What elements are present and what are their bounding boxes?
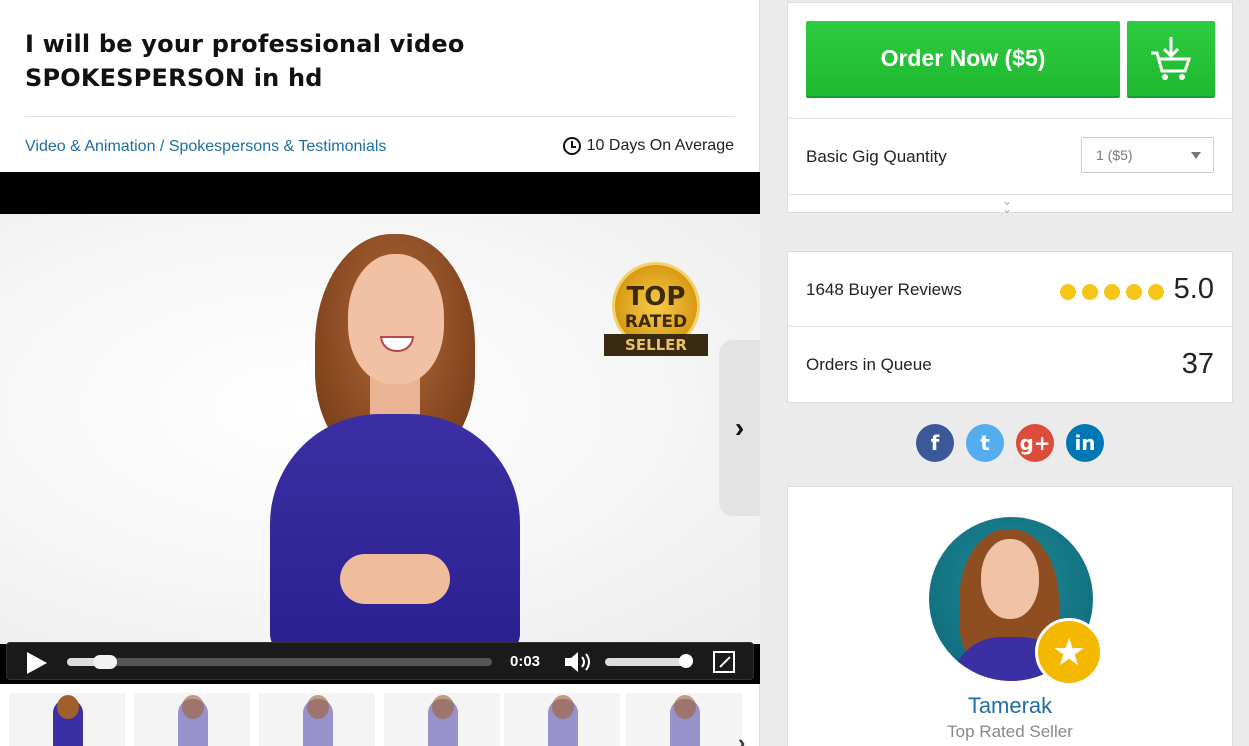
social-share-buttons: f t g+ in: [916, 424, 1104, 462]
cart-icon: [1151, 37, 1192, 80]
video-time: 0:03: [510, 653, 541, 670]
seller-name-link[interactable]: Tamerak: [788, 693, 1232, 719]
quantity-select-value: 1 ($5): [1096, 147, 1133, 163]
fullscreen-button[interactable]: [713, 651, 735, 673]
video-controls-bar: 0:03: [6, 642, 754, 680]
rating-star-icon: [1104, 284, 1120, 300]
rating-star-icon: [1082, 284, 1098, 300]
breadcrumb-separator: /: [155, 138, 169, 155]
rating-star-icon: [1060, 284, 1076, 300]
badge-ribbon: SELLER: [604, 334, 708, 356]
delivery-time-text: 10 Days On Average: [586, 137, 734, 154]
presenter-face: [348, 254, 444, 384]
thumbnails-next-chevron-icon[interactable]: ›: [738, 730, 745, 746]
breadcrumb-subcategory-link[interactable]: Spokespersons & Testimonials: [169, 138, 387, 155]
thumbnail-presenter-head: [432, 695, 454, 719]
media-thumbnail[interactable]: [259, 693, 375, 746]
rating-star-icon: [1148, 284, 1164, 300]
thumbnail-presenter-head: [674, 695, 696, 719]
seller-panel: ★ Tamerak Top Rated Seller: [787, 486, 1233, 746]
order-divider: [788, 118, 1232, 119]
reviews-count-link[interactable]: 1648 Buyer Reviews: [806, 280, 962, 300]
video-progress-handle[interactable]: [93, 655, 118, 669]
rating-value: 5.0: [1173, 273, 1214, 305]
queue-row: Orders in Queue 37: [788, 327, 1232, 402]
thumbnail-presenter-head: [182, 695, 204, 719]
seller-level: Top Rated Seller: [947, 722, 1073, 741]
gig-title-line2: SPOKESPERSON in hd: [25, 64, 323, 92]
breadcrumb: Video & Animation / Spokespersons & Test…: [25, 138, 386, 156]
media-thumbnail[interactable]: [9, 693, 125, 746]
rating-star-icon: [1126, 284, 1142, 300]
twitter-icon[interactable]: t: [966, 424, 1004, 462]
gig-title: I will be your professional video SPOKES…: [25, 27, 735, 95]
media-thumbnail[interactable]: [384, 693, 500, 746]
volume-handle[interactable]: [678, 654, 693, 668]
quantity-label: Basic Gig Quantity: [806, 147, 947, 166]
gig-stats-panel: 1648 Buyer Reviews 5.0 Orders in Queue 3…: [787, 251, 1233, 403]
gig-title-line1: I will be your professional video: [25, 30, 465, 58]
media-thumbnails: [0, 688, 760, 746]
top-rated-seller-badge: TOP RATED SELLER: [600, 254, 712, 366]
volume-icon[interactable]: [563, 651, 593, 673]
avatar-face: [981, 539, 1039, 619]
queue-value: 37: [1181, 348, 1214, 380]
star-icon: ★: [1035, 618, 1103, 686]
google-plus-icon[interactable]: g+: [1016, 424, 1054, 462]
rating-stars: [1060, 284, 1164, 300]
queue-label: Orders in Queue: [806, 355, 932, 374]
title-divider: [25, 116, 735, 117]
linkedin-icon[interactable]: in: [1066, 424, 1104, 462]
volume-slider[interactable]: [605, 658, 690, 666]
gig-main-panel: I will be your professional video SPOKES…: [0, 0, 760, 746]
order-now-button[interactable]: Order Now ($5): [806, 21, 1120, 98]
media-thumbnail[interactable]: [504, 693, 620, 746]
video-progress-bar[interactable]: [67, 655, 492, 669]
dropdown-caret-icon: [1191, 152, 1201, 159]
add-to-cart-button[interactable]: [1127, 21, 1215, 98]
double-chevron-down-icon[interactable]: ⌄ ⌄: [1002, 195, 1012, 215]
play-button[interactable]: [27, 652, 47, 674]
chevron-right-icon: ›: [734, 412, 745, 443]
facebook-icon[interactable]: f: [916, 424, 954, 462]
badge-mid-text: RATED: [624, 312, 688, 332]
order-panel: Order Now ($5) Basic Gig Quantity 1 ($5)…: [787, 2, 1233, 215]
media-thumbnail[interactable]: [626, 693, 742, 746]
badge-top-text: TOP: [626, 282, 686, 312]
clock-icon: [562, 137, 581, 155]
thumbnail-presenter-head: [307, 695, 329, 719]
video-frame[interactable]: TOP RATED SELLER: [0, 214, 760, 644]
reviews-row: 1648 Buyer Reviews 5.0: [788, 252, 1232, 327]
next-media-button[interactable]: ›: [719, 340, 760, 516]
delivery-time: 10 Days On Average: [562, 137, 734, 155]
quantity-select[interactable]: 1 ($5): [1081, 137, 1214, 173]
video-player[interactable]: TOP RATED SELLER › 0:03: [0, 172, 760, 684]
presenter-shirt: [270, 414, 520, 644]
breadcrumb-category-link[interactable]: Video & Animation: [25, 138, 155, 155]
presenter-hands: [340, 554, 450, 604]
thumbnail-presenter-head: [552, 695, 574, 719]
gig-page: I will be your professional video SPOKES…: [0, 0, 1249, 746]
media-thumbnail[interactable]: [134, 693, 250, 746]
thumbnail-presenter-head: [57, 695, 79, 719]
